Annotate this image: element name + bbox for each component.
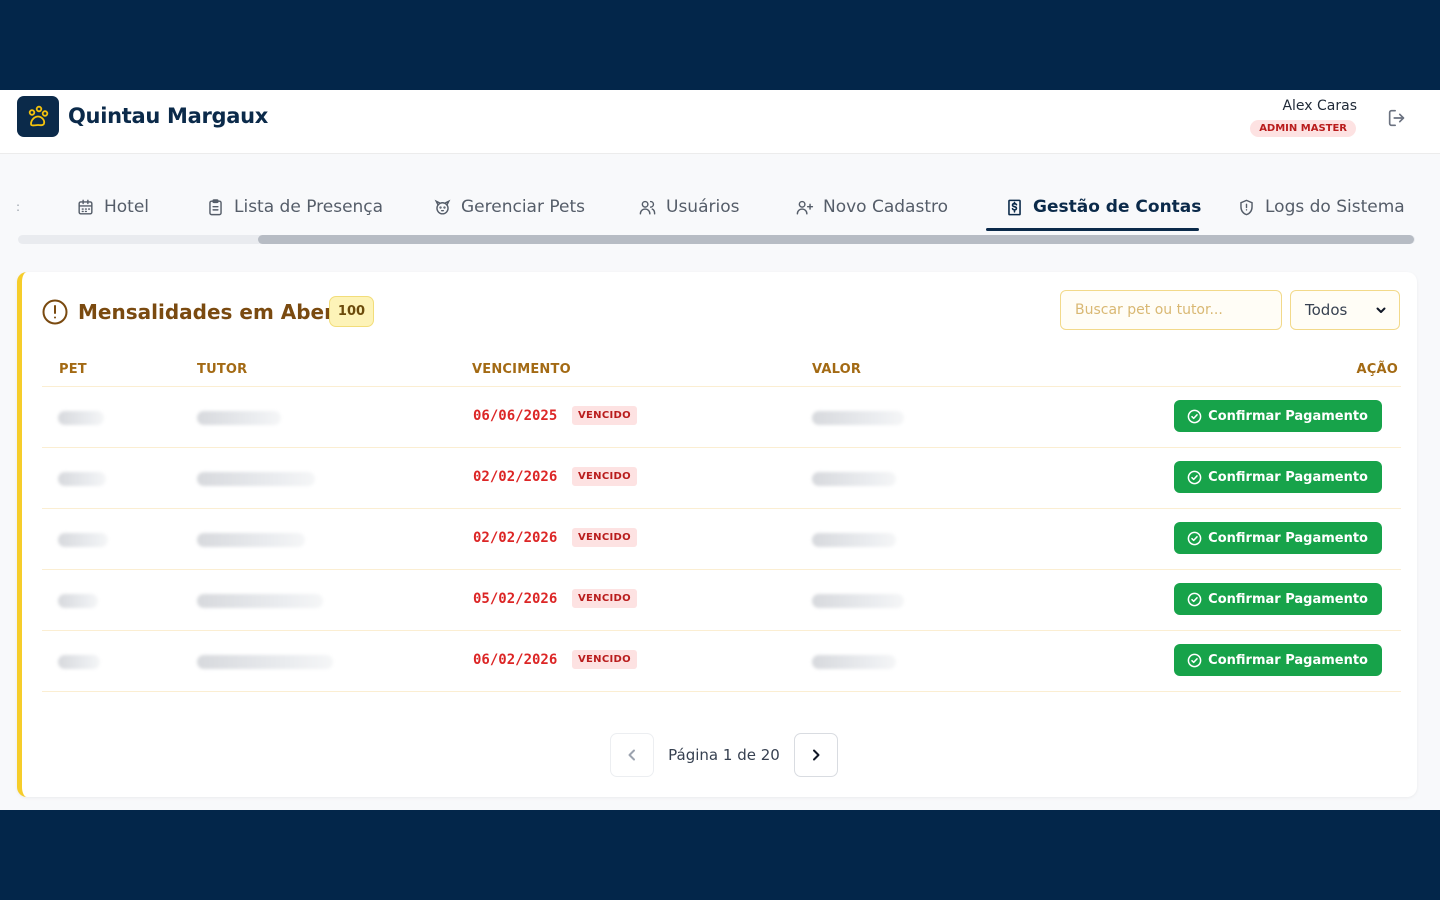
previous-page-button[interactable] [610, 733, 654, 777]
redacted-tutor-name [197, 533, 305, 547]
confirm-payment-button[interactable]: Confirmar Pagamento [1174, 583, 1382, 615]
tabs-scrollbar[interactable] [18, 235, 1415, 244]
status-badge: VENCIDO [572, 406, 637, 425]
redacted-pet-name [58, 533, 108, 547]
next-page-button[interactable] [794, 733, 838, 777]
users-icon [639, 200, 656, 215]
tab-logs-sistema[interactable]: Logs do Sistema [1237, 184, 1405, 230]
due-date: 05/02/2026 [473, 591, 558, 607]
confirm-payment-button[interactable]: Confirmar Pagamento [1174, 522, 1382, 554]
button-label: Confirmar Pagamento [1208, 591, 1368, 607]
redacted-pet-name [58, 472, 106, 486]
table-row: 06/06/2025 VENCIDO Confirmar Pagamento [42, 387, 1401, 448]
due-date: 06/02/2026 [473, 652, 558, 668]
due-date: 02/02/2026 [473, 469, 558, 485]
tab-label: Novo Cadastro [823, 197, 949, 217]
redacted-amount [812, 411, 904, 425]
redacted-amount [812, 472, 896, 486]
clipboard-icon [209, 198, 222, 215]
status-badge: VENCIDO [572, 650, 637, 669]
column-header-tutor: TUTOR [197, 362, 248, 377]
alert-circle-icon [42, 299, 68, 325]
chevron-down-icon [1376, 307, 1386, 313]
table-row: 02/02/2026 VENCIDO Confirmar Pagamento [42, 509, 1401, 570]
check-circle-icon [1187, 592, 1202, 606]
dog-icon [434, 199, 451, 215]
button-label: Confirmar Pagamento [1208, 652, 1368, 668]
status-filter-select[interactable]: Todos [1290, 290, 1400, 330]
status-badge: VENCIDO [572, 528, 637, 547]
table-row: 02/02/2026 VENCIDO Confirmar Pagamento [42, 448, 1401, 509]
active-tab-indicator [986, 228, 1199, 231]
brand-name: Quintau Margaux [68, 104, 269, 128]
check-circle-icon [1187, 470, 1202, 484]
redacted-amount [812, 594, 904, 608]
table-row: 05/02/2026 VENCIDO Confirmar Pagamento [42, 570, 1401, 631]
app-window: Quintau Margaux Alex Caras ADMIN MASTER … [0, 90, 1440, 810]
search-input[interactable] [1060, 290, 1282, 330]
redacted-tutor-name [197, 655, 333, 669]
check-circle-icon [1187, 531, 1202, 545]
redacted-tutor-name [197, 411, 281, 425]
redacted-pet-name [58, 594, 98, 608]
open-fees-card: Mensalidades em Aberto 100 Todos PET TUT… [17, 272, 1417, 797]
check-circle-icon [1187, 409, 1202, 423]
redacted-tutor-name [197, 472, 315, 486]
tab-label: Gerenciar Pets [461, 197, 585, 217]
receipt-dollar-icon [1008, 199, 1021, 215]
role-badge: ADMIN MASTER [1250, 120, 1356, 137]
calendar-icon [78, 199, 93, 215]
button-label: Confirmar Pagamento [1208, 530, 1368, 546]
redacted-pet-name [58, 655, 100, 669]
tab-label: Gestão de Contas [1033, 197, 1202, 217]
tab-label: Usuários [666, 197, 740, 217]
tab-usuarios[interactable]: Usuários [638, 184, 739, 230]
page-indicator: Página 1 de 20 [668, 746, 780, 764]
tabs-scrollbar-thumb[interactable] [258, 235, 1414, 244]
tab-label: Lista de Presença [234, 197, 384, 217]
redacted-amount [812, 533, 896, 547]
redacted-tutor-name [197, 594, 323, 608]
column-header-valor: VALOR [812, 362, 862, 377]
status-badge: VENCIDO [572, 467, 637, 486]
due-date: 06/06/2025 [473, 408, 558, 424]
button-label: Confirmar Pagamento [1208, 408, 1368, 424]
tab-label: Hotel [104, 197, 150, 217]
tab-label: Logs do Sistema [1265, 197, 1405, 217]
column-header-pet: PET [59, 362, 87, 377]
chevron-right-icon [813, 749, 820, 761]
top-header: Quintau Margaux Alex Caras ADMIN MASTER [0, 90, 1440, 154]
tab-bar: : Hotel Lista de Presença Gerenciar Pets… [0, 184, 1440, 234]
tab-hotel[interactable]: Hotel [76, 184, 149, 230]
tab-gestao-contas[interactable]: Gestão de Contas [1005, 184, 1201, 230]
redacted-pet-name [58, 411, 104, 425]
tab-overflow-partial[interactable]: : [16, 184, 20, 230]
confirm-payment-button[interactable]: Confirmar Pagamento [1174, 400, 1382, 432]
redacted-amount [812, 655, 896, 669]
confirm-payment-button[interactable]: Confirmar Pagamento [1174, 644, 1382, 676]
tab-lista-presenca[interactable]: Lista de Presença [206, 184, 383, 230]
confirm-payment-button[interactable]: Confirmar Pagamento [1174, 461, 1382, 493]
status-badge: VENCIDO [572, 589, 637, 608]
count-badge: 100 [329, 296, 374, 327]
shield-icon [1240, 199, 1253, 215]
column-header-vencimento: VENCIMENTO [472, 362, 571, 377]
paw-icon [17, 96, 59, 137]
card-title: Mensalidades em Aberto [78, 300, 358, 324]
table-row: 06/02/2026 VENCIDO Confirmar Pagamento [42, 631, 1401, 692]
button-label: Confirmar Pagamento [1208, 469, 1368, 485]
column-header-acao: AÇÃO [1356, 362, 1398, 377]
user-plus-icon [796, 200, 814, 215]
tab-novo-cadastro[interactable]: Novo Cadastro [795, 184, 948, 230]
tab-gerenciar-pets[interactable]: Gerenciar Pets [433, 184, 585, 230]
chevron-left-icon [628, 749, 635, 761]
select-value: Todos [1305, 301, 1348, 319]
user-name: Alex Caras [1282, 98, 1357, 114]
check-circle-icon [1187, 653, 1202, 667]
due-date: 02/02/2026 [473, 530, 558, 546]
logout-icon[interactable] [1386, 107, 1408, 129]
